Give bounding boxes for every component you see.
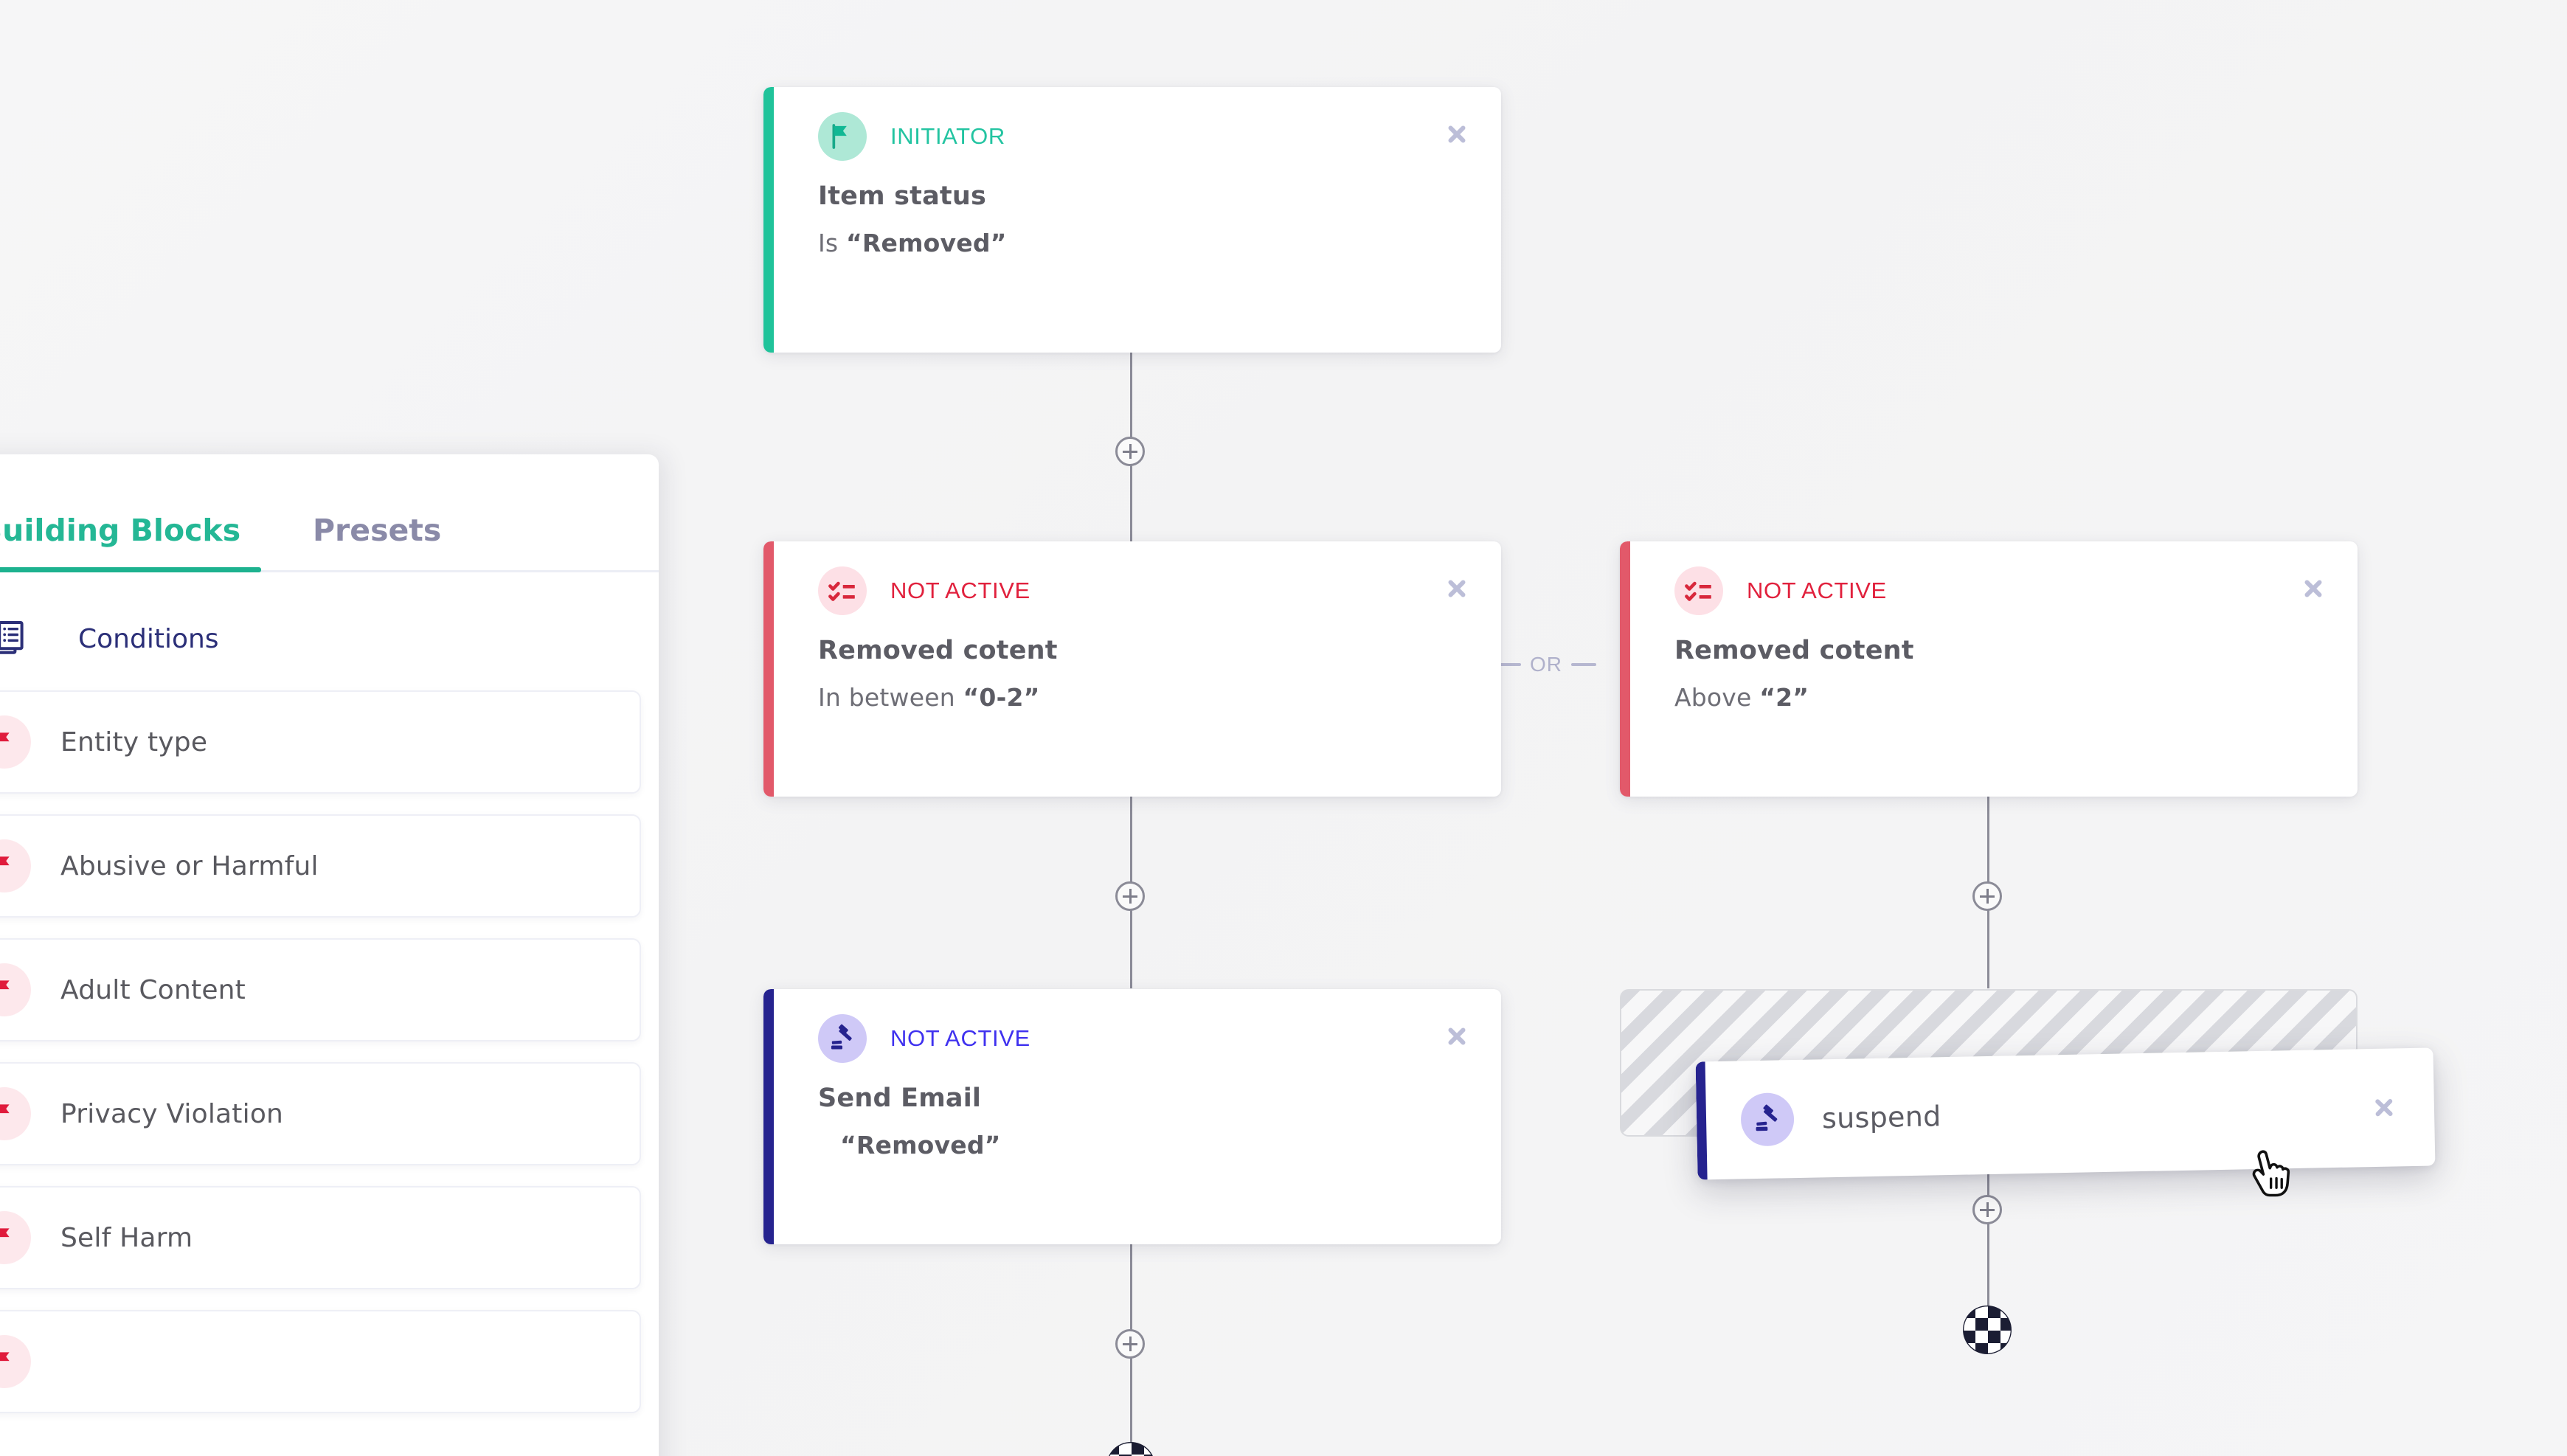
- add-node-button-4[interactable]: [1972, 881, 2002, 911]
- card-title: Send Email: [818, 1084, 982, 1113]
- section-header-label: Conditions: [78, 623, 219, 654]
- finish-flag-node-right[interactable]: [1963, 1306, 2012, 1354]
- app-root: OR INITIATOR Item status Is “Removed” NO…: [0, 0, 2567, 1456]
- dragged-card-title: suspend: [1821, 1100, 1941, 1135]
- tab-building-blocks-label: Building Blocks: [0, 513, 241, 548]
- close-icon[interactable]: [2298, 574, 2328, 603]
- panel-tabs: Building Blocks Presets: [0, 454, 659, 572]
- gavel-icon: [818, 1014, 867, 1063]
- or-connector: OR: [1496, 653, 1596, 676]
- card-title: Item status: [818, 181, 987, 211]
- card-sub-prefix: Is: [818, 229, 847, 257]
- card-subtitle: Above “2”: [1674, 683, 2325, 712]
- building-block-item[interactable]: Privacy Violation: [0, 1062, 641, 1165]
- flow-card-action-send-email[interactable]: NOT ACTIVE Send Email “Removed”: [763, 989, 1501, 1244]
- dragged-card-suspend[interactable]: suspend: [1695, 1047, 2436, 1180]
- card-sub-prefix: Above: [1674, 683, 1760, 712]
- card-subtitle: In between “0-2”: [818, 683, 1469, 712]
- tab-presets[interactable]: Presets: [313, 513, 441, 570]
- red-flag-icon: [0, 1087, 31, 1140]
- building-block-item[interactable]: Self Harm: [0, 1186, 641, 1289]
- tab-building-blocks[interactable]: Building Blocks: [0, 513, 261, 572]
- red-flag-icon: [0, 1335, 31, 1388]
- checkered-flag-icon: [1964, 1306, 2011, 1353]
- building-block-item[interactable]: Abusive or Harmful: [0, 814, 641, 918]
- red-flag-icon: [0, 1211, 31, 1264]
- red-flag-icon: [0, 715, 31, 769]
- checklist-icon: [818, 566, 867, 615]
- building-block-item[interactable]: Entity type: [0, 690, 641, 794]
- card-type-label: NOT ACTIVE: [890, 1025, 1030, 1051]
- red-flag-icon: [0, 963, 31, 1016]
- or-label: OR: [1530, 653, 1562, 676]
- building-block-label: Entity type: [60, 727, 208, 758]
- close-icon[interactable]: [1442, 574, 1472, 603]
- card-sub-value: “Removed”: [846, 229, 1007, 257]
- close-icon[interactable]: [1442, 119, 1472, 149]
- building-block-label: Privacy Violation: [60, 1098, 284, 1129]
- card-subtitle: “Removed”: [818, 1131, 1469, 1159]
- gavel-icon: [1740, 1092, 1795, 1147]
- checklist-icon: [1674, 566, 1723, 615]
- red-flag-icon: [0, 839, 31, 892]
- card-sub-prefix: In between: [818, 683, 963, 712]
- documents-list-icon: [0, 618, 30, 659]
- card-type-label: NOT ACTIVE: [1747, 578, 1887, 603]
- add-node-button-5[interactable]: [1972, 1195, 2002, 1224]
- building-blocks-list: Entity type Abusive or Harmful Adult Con…: [0, 659, 659, 1413]
- building-blocks-panel: Building Blocks Presets Conditions Entit…: [0, 454, 659, 1456]
- building-block-label: Abusive or Harmful: [60, 850, 319, 881]
- card-type-label: NOT ACTIVE: [890, 578, 1030, 603]
- flow-card-condition-left[interactable]: NOT ACTIVE Removed cotent In between “0-…: [763, 541, 1501, 797]
- building-block-label: Self Harm: [60, 1222, 193, 1253]
- flow-card-initiator[interactable]: INITIATOR Item status Is “Removed”: [763, 87, 1501, 353]
- card-title: Removed cotent: [1674, 636, 1914, 665]
- card-sub-value: “0-2”: [963, 683, 1040, 712]
- add-node-button-3[interactable]: [1115, 1329, 1145, 1359]
- tab-presets-label: Presets: [313, 513, 442, 548]
- or-dash-right: [1571, 663, 1596, 666]
- card-type-label: INITIATOR: [890, 123, 1005, 149]
- flow-card-condition-right[interactable]: NOT ACTIVE Removed cotent Above “2”: [1620, 541, 2358, 797]
- add-node-button-1[interactable]: [1115, 437, 1145, 466]
- green-flag-icon: [818, 112, 867, 161]
- building-block-item[interactable]: Adult Content: [0, 938, 641, 1041]
- card-subtitle: Is “Removed”: [818, 229, 1469, 257]
- card-title: Removed cotent: [818, 636, 1058, 665]
- card-sub-value: “2”: [1759, 683, 1809, 712]
- close-icon[interactable]: [2369, 1092, 2400, 1123]
- building-block-item[interactable]: [0, 1310, 641, 1413]
- add-node-button-2[interactable]: [1115, 881, 1145, 911]
- close-icon[interactable]: [1442, 1022, 1472, 1051]
- building-block-label: Adult Content: [60, 974, 246, 1005]
- section-header-conditions: Conditions: [0, 572, 659, 659]
- card-sub-value: “Removed”: [840, 1131, 1001, 1159]
